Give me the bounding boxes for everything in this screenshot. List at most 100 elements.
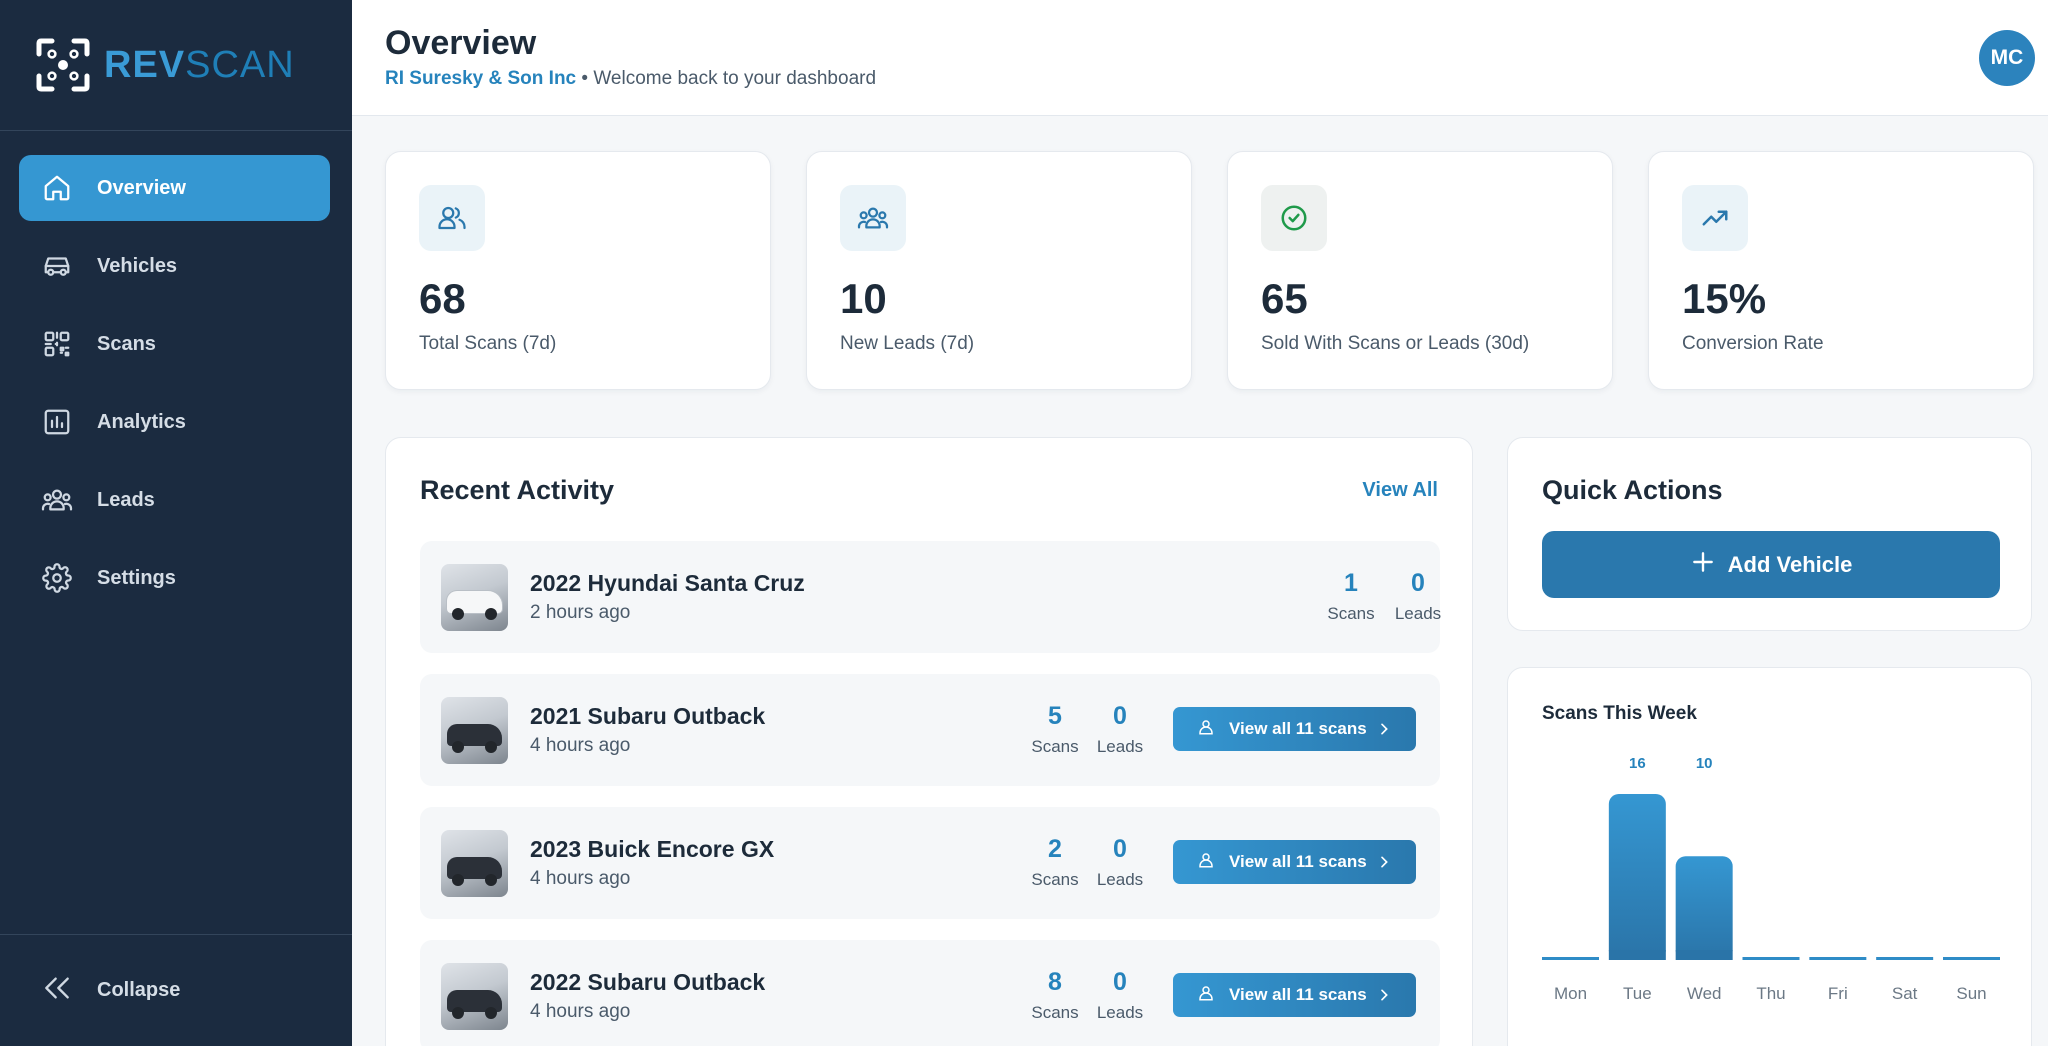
stat-card-new-leads: 10 New Leads (7d) bbox=[806, 151, 1192, 390]
sidebar-item-scans[interactable]: Scans bbox=[19, 311, 330, 377]
vehicle-thumbnail bbox=[441, 697, 508, 764]
user-icon bbox=[1197, 851, 1215, 874]
bar-sun[interactable] bbox=[1943, 957, 2000, 960]
page-header: Overview RI Suresky & Son Inc • Welcome … bbox=[352, 0, 2048, 116]
activity-time: 4 hours ago bbox=[530, 735, 631, 756]
bar-fri[interactable] bbox=[1809, 957, 1867, 960]
view-all-scans-button[interactable]: View all 11 scans bbox=[1173, 840, 1416, 884]
stat-label: Sold With Scans or Leads (30d) bbox=[1261, 333, 1530, 354]
activity-row[interactable]: 2022 Hyundai Santa Cruz 2 hours ago 1 Sca… bbox=[420, 541, 1441, 653]
scans-count: 1 bbox=[1344, 569, 1358, 597]
chevron-right-icon bbox=[1376, 987, 1392, 1008]
sidebar-item-settings[interactable]: Settings bbox=[19, 545, 330, 611]
user-icon bbox=[419, 185, 485, 251]
activity-time: 2 hours ago bbox=[530, 602, 631, 623]
vehicle-name: 2022 Subaru Outback bbox=[530, 969, 766, 995]
activity-row[interactable]: 2023 Buick Encore GX 4 hours ago 2 Scans … bbox=[420, 807, 1440, 919]
scans-count: 5 bbox=[1048, 702, 1062, 730]
scans-count: 8 bbox=[1048, 968, 1062, 996]
sidebar-item-vehicles[interactable]: Vehicles bbox=[19, 233, 330, 299]
plus-icon bbox=[1690, 549, 1716, 581]
x-tick-fri: Fri bbox=[1828, 984, 1848, 1003]
activity-time: 4 hours ago bbox=[530, 868, 631, 889]
car-icon bbox=[41, 250, 73, 282]
sidebar-item-label: Overview bbox=[97, 176, 186, 199]
user-icon bbox=[1197, 718, 1215, 741]
activity-time: 4 hours ago bbox=[530, 1001, 631, 1022]
sidebar-item-label: Scans bbox=[97, 332, 156, 355]
scans-caption: Scans bbox=[1031, 1003, 1079, 1022]
stat-label: Total Scans (7d) bbox=[419, 333, 557, 354]
page-subtitle: RI Suresky & Son Inc • Welcome back to y… bbox=[385, 68, 876, 90]
leads-metric: 0 Leads bbox=[1090, 702, 1150, 757]
bar-chart-icon bbox=[41, 406, 73, 438]
bar-chart: Mon 16 Tue 10 Wed Thu Fri Sat Sun bbox=[1542, 755, 2000, 1003]
stat-value: 68 bbox=[419, 275, 466, 322]
stat-card-sold: 65 Sold With Scans or Leads (30d) bbox=[1227, 151, 1613, 390]
scans-metric: 1 Scans bbox=[1321, 569, 1381, 624]
stat-value: 10 bbox=[840, 275, 887, 322]
add-vehicle-label: Add Vehicle bbox=[1727, 551, 1853, 577]
stat-value: 15% bbox=[1682, 275, 1767, 322]
leads-metric: 0 Leads bbox=[1090, 835, 1150, 890]
stat-value: 65 bbox=[1261, 275, 1308, 322]
users-icon bbox=[41, 484, 73, 516]
view-all-link[interactable]: View All bbox=[1362, 479, 1438, 502]
collapse-button[interactable]: Collapse bbox=[0, 934, 352, 1046]
scans-caption: Scans bbox=[1031, 737, 1079, 756]
leads-count: 0 bbox=[1113, 835, 1127, 863]
leads-count: 0 bbox=[1113, 968, 1127, 996]
sidebar-item-label: Vehicles bbox=[97, 254, 178, 277]
leads-metric: 0 Leads bbox=[1388, 569, 1448, 624]
sidebar-item-label: Settings bbox=[97, 566, 176, 589]
scans-metric: 8 Scans bbox=[1025, 968, 1085, 1023]
bar-sat[interactable] bbox=[1876, 957, 1934, 960]
sidebar: REVSCAN Overview Vehicles Scans Analytic… bbox=[0, 0, 352, 1046]
bar-mon[interactable] bbox=[1542, 957, 1599, 960]
brand-name-rev: REV bbox=[104, 43, 186, 86]
brand[interactable]: REVSCAN bbox=[0, 0, 352, 131]
stat-card-conversion: 15% Conversion Rate bbox=[1648, 151, 2034, 390]
sidebar-nav: Overview Vehicles Scans Analytics Leads bbox=[19, 155, 330, 623]
quick-actions-title: Quick Actions bbox=[1542, 475, 1723, 505]
users-icon bbox=[840, 185, 906, 251]
view-all-scans-button[interactable]: View all 11 scans bbox=[1173, 973, 1416, 1017]
activity-row[interactable]: 2021 Subaru Outback 4 hours ago 5 Scans 0… bbox=[420, 674, 1440, 786]
avatar[interactable]: MC bbox=[1979, 30, 2035, 86]
data-label-tue: 16 bbox=[1629, 755, 1646, 772]
leads-caption: Leads bbox=[1096, 870, 1144, 889]
sidebar-item-label: Analytics bbox=[97, 410, 186, 433]
leads-caption: Leads bbox=[1096, 737, 1144, 756]
sidebar-item-label: Leads bbox=[97, 488, 155, 511]
add-vehicle-button[interactable]: Add Vehicle bbox=[1542, 531, 2000, 598]
x-tick-tue: Tue bbox=[1623, 984, 1652, 1003]
user-icon bbox=[1197, 984, 1215, 1007]
activity-row[interactable]: 2022 Subaru Outback 4 hours ago 8 Scans 0… bbox=[420, 940, 1440, 1046]
bar-wed[interactable] bbox=[1675, 856, 1733, 960]
vehicle-name: 2022 Hyundai Santa Cruz bbox=[530, 570, 805, 596]
view-all-scans-button[interactable]: View all 11 scans bbox=[1173, 707, 1416, 751]
revscan-logo-icon bbox=[36, 38, 90, 92]
stat-label: Conversion Rate bbox=[1682, 333, 1824, 354]
data-label-wed: 10 bbox=[1696, 755, 1713, 772]
home-icon bbox=[41, 172, 73, 204]
brand-name-scan: SCAN bbox=[185, 43, 295, 86]
scans-caption: Scans bbox=[1031, 870, 1079, 889]
company-name: RI Suresky & Son Inc bbox=[385, 68, 577, 89]
vehicle-name: 2021 Subaru Outback bbox=[530, 703, 766, 729]
sidebar-item-overview[interactable]: Overview bbox=[19, 155, 330, 221]
recent-activity-panel: Recent Activity View All 2022 Hyundai Sa… bbox=[385, 437, 1473, 1046]
recent-activity-title: Recent Activity bbox=[420, 475, 615, 505]
chevron-right-icon bbox=[1376, 721, 1392, 742]
bar-tue[interactable] bbox=[1608, 794, 1666, 960]
leads-count: 0 bbox=[1113, 702, 1127, 730]
sidebar-item-analytics[interactable]: Analytics bbox=[19, 389, 330, 455]
vehicle-thumbnail bbox=[441, 564, 508, 631]
scans-caption: Scans bbox=[1327, 604, 1375, 623]
stat-card-total-scans: 68 Total Scans (7d) bbox=[385, 151, 771, 390]
bar-thu[interactable] bbox=[1742, 957, 1800, 960]
sidebar-item-leads[interactable]: Leads bbox=[19, 467, 330, 533]
chevron-right-icon bbox=[1376, 854, 1392, 875]
leads-caption: Leads bbox=[1394, 604, 1442, 623]
brand-name: REVSCAN bbox=[104, 44, 295, 87]
